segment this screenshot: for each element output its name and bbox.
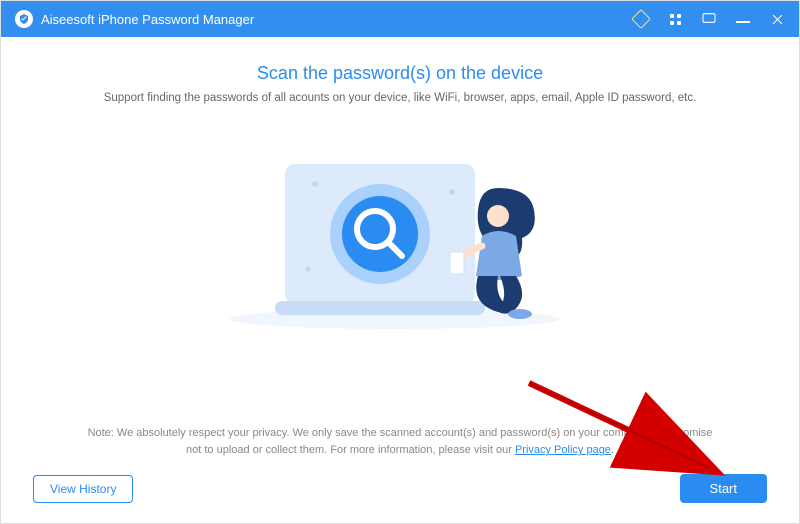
page-subheading: Support finding the passwords of all aco… <box>104 92 697 104</box>
main-content: Scan the password(s) on the device Suppo… <box>1 37 799 523</box>
apps-grid-icon[interactable] <box>667 11 683 27</box>
premium-icon[interactable] <box>633 11 649 27</box>
note-text-prefix: Note: We absolutely respect your privacy… <box>88 427 713 457</box>
footer-bar: View History Start <box>29 474 771 509</box>
app-window: Aiseesoft iPhone Password Manager Scan t… <box>0 0 800 524</box>
app-logo-icon <box>15 10 33 28</box>
start-button[interactable]: Start <box>680 474 767 503</box>
app-title: Aiseesoft iPhone Password Manager <box>41 12 254 27</box>
minimize-button[interactable] <box>735 11 751 27</box>
feedback-icon[interactable] <box>701 11 717 27</box>
note-text-suffix: . <box>611 444 614 456</box>
titlebar-actions <box>633 11 785 27</box>
view-history-button[interactable]: View History <box>33 475 133 503</box>
privacy-policy-link[interactable]: Privacy Policy page <box>515 444 611 456</box>
privacy-note: Note: We absolutely respect your privacy… <box>80 425 720 460</box>
page-heading: Scan the password(s) on the device <box>257 63 543 84</box>
illustration <box>29 134 771 334</box>
close-button[interactable] <box>769 11 785 27</box>
titlebar: Aiseesoft iPhone Password Manager <box>1 1 799 37</box>
